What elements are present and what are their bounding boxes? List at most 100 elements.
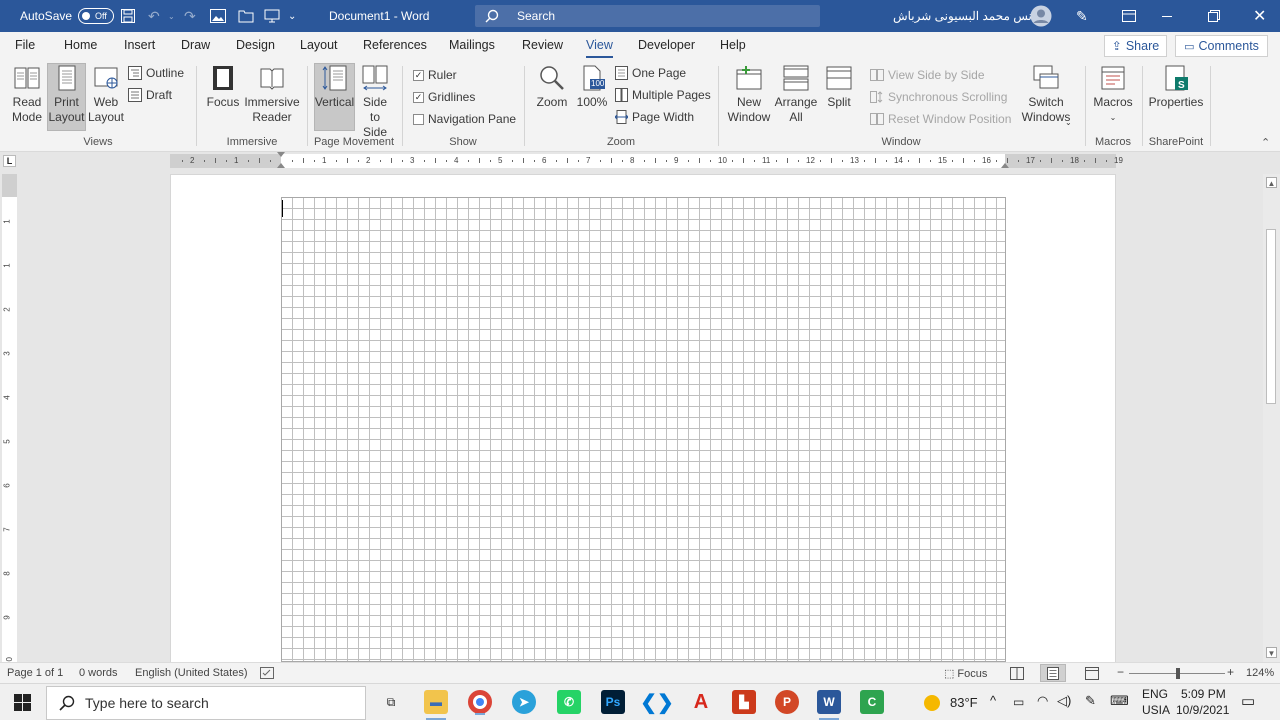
ruler-checkbox[interactable]: ✓ Ruler — [413, 68, 457, 82]
ribbon-display-button[interactable] — [1122, 0, 1136, 32]
tab-developer[interactable]: Developer — [638, 38, 695, 52]
scroll-down-button[interactable]: ▼ — [1266, 647, 1277, 658]
pen-button[interactable]: ✎ — [1076, 0, 1088, 32]
reset-window-position-button[interactable]: Reset Window Position — [870, 112, 1011, 126]
vertical-ruler[interactable]: 112345678910 — [2, 174, 17, 666]
restore-button[interactable] — [1208, 0, 1220, 32]
zoom-100-button[interactable]: 100 100% — [575, 64, 609, 110]
weather-icon[interactable] — [924, 695, 940, 711]
first-line-indent-marker[interactable] — [277, 152, 285, 157]
one-page-button[interactable]: One Page — [615, 66, 686, 80]
language-code[interactable]: ENG — [1142, 687, 1168, 701]
tab-view[interactable]: View — [586, 38, 613, 58]
immersive-reader-button[interactable]: Immersive Reader — [244, 64, 300, 125]
draft-button[interactable]: Draft — [128, 88, 172, 102]
start-button[interactable] — [14, 694, 31, 714]
undo-button[interactable]: ↶ — [148, 0, 160, 32]
vertical-scrollbar[interactable]: ▲ ▼ — [1263, 174, 1280, 662]
camtasia-app[interactable]: C — [860, 690, 884, 714]
print-layout-button[interactable]: Print Layout — [47, 63, 86, 131]
undo-dropdown[interactable]: ⌄ — [168, 0, 175, 32]
print-layout-view-button[interactable] — [1040, 664, 1066, 682]
tab-review[interactable]: Review — [522, 38, 563, 52]
switch-windows-button[interactable]: Switch Windows ⌄ — [1016, 64, 1076, 127]
side-to-side-button[interactable]: Side to Side — [357, 64, 393, 140]
zoom-slider-thumb[interactable] — [1176, 668, 1180, 679]
tab-help[interactable]: Help — [720, 38, 746, 52]
taskbar-search[interactable]: Type here to search — [46, 686, 366, 720]
comments-button[interactable]: ▭ Comments — [1175, 35, 1268, 57]
pen-workspace-icon[interactable]: ✎ — [1085, 693, 1096, 709]
properties-button[interactable]: S Properties — [1148, 64, 1204, 110]
save-button[interactable] — [120, 0, 136, 32]
presentation-app[interactable]: ▙ — [732, 690, 756, 714]
view-side-by-side-button[interactable]: View Side by Side — [870, 68, 985, 82]
new-window-button[interactable]: New Window — [726, 64, 772, 125]
scroll-thumb[interactable] — [1266, 229, 1276, 404]
gridlines-checkbox[interactable]: ✓ Gridlines — [413, 90, 475, 104]
outline-button[interactable]: Outline — [128, 66, 184, 80]
tab-home[interactable]: Home — [64, 38, 97, 52]
notifications-icon[interactable]: ▭ — [1241, 692, 1255, 710]
read-mode-view-button[interactable] — [1010, 667, 1024, 683]
powerpoint-app[interactable]: P — [775, 690, 799, 714]
tab-references[interactable]: References — [363, 38, 427, 52]
multiple-pages-button[interactable]: Multiple Pages — [615, 88, 711, 102]
tab-selector[interactable]: L — [3, 155, 16, 167]
chrome-app[interactable] — [468, 690, 492, 715]
redo-button[interactable]: ↷ — [184, 0, 196, 32]
minimize-button[interactable] — [1162, 0, 1172, 32]
horizontal-ruler[interactable]: 2 1 1 2 3 4 5 6 7 8 9 10 11 12 13 14 15 16 17 18 19 — [170, 152, 1123, 168]
synchronous-scrolling-button[interactable]: Synchronous Scrolling — [870, 90, 1007, 104]
vscode-app[interactable]: ❮❯ — [640, 690, 674, 714]
accessibility-icon[interactable] — [260, 667, 274, 682]
zoom-out-button[interactable]: − — [1117, 665, 1124, 679]
account-avatar[interactable] — [1030, 0, 1052, 32]
tab-draw[interactable]: Draw — [181, 38, 210, 52]
picture-button[interactable] — [210, 0, 226, 32]
present-button[interactable] — [264, 0, 280, 32]
file-explorer-app[interactable]: ▬ — [424, 690, 448, 720]
clock-time[interactable]: 5:09 PM — [1181, 687, 1226, 701]
zoom-in-button[interactable]: + — [1227, 665, 1234, 679]
volume-icon[interactable]: ◁) — [1057, 693, 1071, 709]
arrange-all-button[interactable]: Arrange All — [774, 64, 818, 125]
photoshop-app[interactable]: Ps — [601, 690, 625, 714]
word-app[interactable]: W — [817, 690, 841, 720]
close-button[interactable]: ✕ — [1253, 0, 1266, 32]
language-indicator[interactable]: English (United States) — [135, 667, 248, 679]
scroll-up-button[interactable]: ▲ — [1266, 177, 1277, 188]
tab-design[interactable]: Design — [236, 38, 275, 52]
left-indent-marker[interactable] — [277, 163, 285, 168]
telegram-app[interactable]: ➤ — [512, 690, 536, 714]
page-width-button[interactable]: Page Width — [615, 110, 694, 124]
navigation-pane-checkbox[interactable]: Navigation Pane — [413, 112, 516, 126]
autosave-control[interactable]: AutoSave Off — [20, 0, 115, 32]
zoom-button[interactable]: Zoom — [534, 64, 570, 110]
tab-file[interactable]: File — [15, 38, 35, 52]
open-button[interactable] — [238, 0, 254, 32]
acrobat-app[interactable]: A — [689, 690, 713, 714]
macros-button[interactable]: Macros ⌄ — [1092, 64, 1134, 125]
focus-button[interactable]: Focus — [205, 64, 241, 110]
collapse-ribbon-icon[interactable]: ⌃ — [1261, 136, 1270, 149]
read-mode-button[interactable]: Read Mode — [8, 64, 46, 125]
wifi-icon[interactable]: ◠ — [1037, 693, 1048, 709]
autosave-toggle[interactable]: Off — [78, 8, 115, 24]
whatsapp-app[interactable]: ✆ — [557, 690, 581, 714]
battery-icon[interactable]: ▭ — [1013, 695, 1024, 709]
page-count[interactable]: Page 1 of 1 — [7, 667, 63, 679]
tab-layout[interactable]: Layout — [300, 38, 338, 52]
split-button[interactable]: Split — [822, 64, 856, 110]
search-box[interactable]: Search — [475, 5, 820, 27]
customize-qat-button[interactable]: ⌄ — [288, 0, 296, 32]
task-view-button[interactable]: ⧉ — [379, 690, 403, 714]
clock-date[interactable]: 10/9/2021 — [1176, 703, 1229, 717]
share-button[interactable]: ⇪ Share — [1104, 35, 1167, 57]
keyboard-icon[interactable]: ⌨ — [1110, 693, 1129, 709]
word-count[interactable]: 0 words — [79, 667, 118, 679]
tab-insert[interactable]: Insert — [124, 38, 155, 52]
vertical-button[interactable]: Vertical — [314, 63, 355, 131]
tab-mailings[interactable]: Mailings — [449, 38, 495, 52]
chevron-up-icon[interactable]: ^ — [990, 693, 996, 708]
